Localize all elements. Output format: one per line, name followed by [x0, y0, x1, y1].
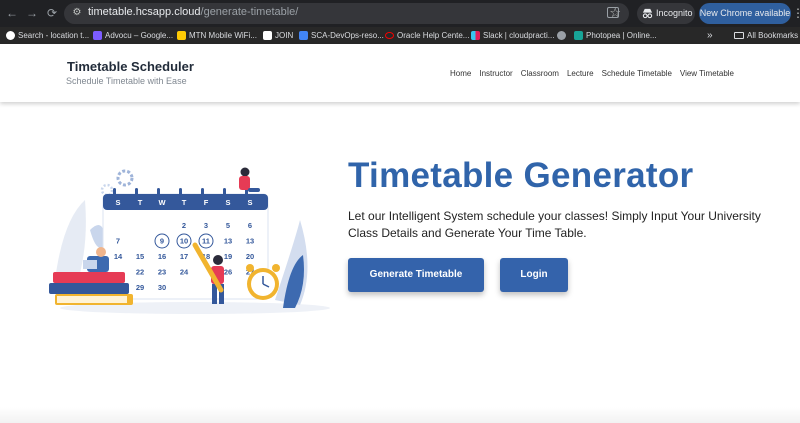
- url-host: timetable.hcsapp.cloud: [88, 6, 201, 18]
- site-title[interactable]: Timetable Scheduler: [67, 59, 194, 74]
- calendar-weekday: S: [225, 198, 230, 207]
- calendar-date: 29: [136, 283, 144, 292]
- join-icon: [263, 31, 272, 40]
- bookmarks-bar: Search - location t... Advocu – Google..…: [0, 27, 800, 44]
- forward-button[interactable]: →: [23, 4, 41, 22]
- advocu-icon: [93, 31, 102, 40]
- bookmark-label: JOIN: [275, 31, 294, 40]
- calendar-date: 19: [224, 252, 232, 261]
- calendar-weekday: T: [138, 198, 143, 207]
- nav-classroom[interactable]: Classroom: [521, 69, 559, 78]
- calendar-date: 24: [180, 268, 189, 277]
- incognito-indicator[interactable]: Incognito: [637, 3, 695, 24]
- folder-icon: [734, 32, 744, 39]
- bookmark-label: MTN Mobile WiFi...: [189, 31, 257, 40]
- github-icon: [6, 31, 15, 40]
- mtn-icon: [177, 31, 186, 40]
- calendar-date: 14: [114, 252, 123, 261]
- browser-toolbar: ← → ⟳ ⚙ timetable.hcsapp.cloud/generate-…: [0, 0, 800, 27]
- address-bar[interactable]: ⚙ timetable.hcsapp.cloud/generate-timeta…: [64, 3, 629, 24]
- calendar-weekday: S: [115, 198, 120, 207]
- side-panel-icon[interactable]: [607, 7, 619, 18]
- page-bottom-shade: [0, 407, 800, 423]
- calendar-illustration: S T W T F S S2 3 5 67 9 10 11 13 1314 15 16 17 18 19 2022 23 2…: [49, 167, 330, 314]
- hero-description: Let our Intelligent System schedule your…: [348, 209, 761, 240]
- bookmark-label: Search - location t...: [18, 31, 90, 40]
- nav-home[interactable]: Home: [450, 69, 471, 78]
- bookmark-label: Oracle Help Cente...: [397, 31, 470, 40]
- bookmark-label: Advocu – Google...: [105, 31, 174, 40]
- calendar-date: 3: [204, 221, 208, 230]
- calendar-date: 26: [224, 268, 232, 277]
- bookmark-label: Photopea | Online...: [586, 31, 657, 40]
- calendar-date: 30: [158, 283, 166, 292]
- nav-view-timetable[interactable]: View Timetable: [680, 69, 734, 78]
- back-button[interactable]: ←: [3, 4, 21, 22]
- nav-instructor[interactable]: Instructor: [479, 69, 512, 78]
- hero-title: Timetable Generator: [348, 156, 694, 195]
- calendar-weekday: S: [247, 198, 252, 207]
- calendar-date: 13: [246, 237, 254, 246]
- bookmark-item[interactable]: Advocu – Google...: [93, 29, 173, 42]
- photopea-icon: [574, 31, 583, 40]
- bookmark-label: Slack | cloudpracti...: [483, 31, 555, 40]
- bookmark-item[interactable]: Oracle Help Cente...: [385, 29, 469, 42]
- all-bookmarks-label: All Bookmarks: [747, 31, 799, 40]
- reload-button[interactable]: ⟳: [43, 4, 61, 22]
- calendar-date: 11: [202, 237, 210, 246]
- bookmark-item[interactable]: JOIN: [263, 29, 293, 42]
- url-path: /generate-timetable/: [200, 6, 299, 18]
- generate-timetable-button[interactable]: Generate Timetable: [348, 258, 484, 292]
- calendar-date: 6: [248, 221, 252, 230]
- calendar-date: 16: [158, 252, 166, 261]
- calendar-date: 13: [224, 237, 232, 246]
- oracle-icon: [385, 32, 394, 39]
- nav-lecture[interactable]: Lecture: [567, 69, 594, 78]
- menu-icon[interactable]: ⋮: [792, 6, 800, 20]
- calendar-date: 23: [158, 268, 166, 277]
- chrome-update-button[interactable]: New Chrome available: [699, 3, 791, 24]
- globe-icon: [557, 31, 566, 40]
- calendar-date: 17: [180, 252, 188, 261]
- docs-icon: [299, 31, 308, 40]
- bookmark-item[interactable]: [557, 29, 569, 42]
- all-bookmarks-button[interactable]: All Bookmarks: [734, 29, 798, 42]
- calendar-date: 9: [160, 237, 164, 246]
- calendar-date: 20: [246, 252, 254, 261]
- main-nav: Home Instructor Classroom Lecture Schedu…: [450, 69, 734, 78]
- calendar-date: 7: [116, 237, 120, 246]
- login-button[interactable]: Login: [500, 258, 568, 292]
- calendar-date: 2: [182, 221, 186, 230]
- calendar-weekday: T: [182, 198, 187, 207]
- site-info-icon[interactable]: ⚙: [70, 6, 84, 20]
- calendar-date: 5: [226, 221, 230, 230]
- bookmark-label: SCA-DevOps-reso...: [311, 31, 384, 40]
- bookmark-item[interactable]: MTN Mobile WiFi...: [177, 29, 257, 42]
- slack-icon: [471, 31, 480, 40]
- calendar-date: 15: [136, 252, 144, 261]
- incognito-icon: [642, 8, 653, 19]
- bookmark-item[interactable]: Photopea | Online...: [574, 29, 657, 42]
- bookmark-item[interactable]: SCA-DevOps-reso...: [299, 29, 384, 42]
- nav-schedule-timetable[interactable]: Schedule Timetable: [602, 69, 672, 78]
- calendar-weekday: W: [158, 198, 166, 207]
- bookmark-item[interactable]: Search - location t...: [6, 29, 89, 42]
- bookmark-item[interactable]: Slack | cloudpracti...: [471, 29, 554, 42]
- site-subtitle: Schedule Timetable with Ease: [66, 76, 187, 86]
- calendar-weekday: F: [204, 198, 209, 207]
- calendar-date: 22: [136, 268, 144, 277]
- more-bookmarks-icon[interactable]: »: [707, 29, 713, 42]
- calendar-date: 10: [180, 237, 188, 246]
- incognito-label: Incognito: [656, 8, 693, 18]
- site-header: Timetable Scheduler Schedule Timetable w…: [0, 44, 800, 102]
- url-text[interactable]: timetable.hcsapp.cloud/generate-timetabl…: [88, 6, 298, 18]
